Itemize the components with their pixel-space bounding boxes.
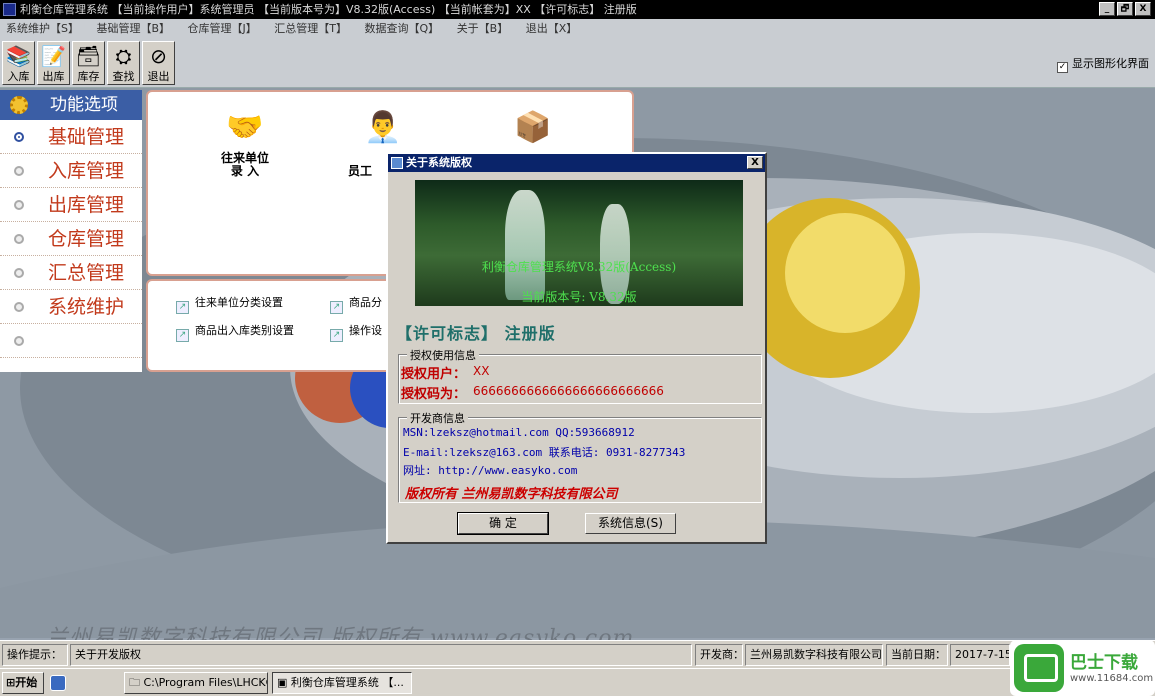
bus-logo-icon — [1014, 644, 1064, 692]
graphic-mode-checkbox[interactable]: ✓ 显示图形化界面 — [1057, 55, 1149, 73]
chart-icon: ↗ — [176, 329, 189, 342]
partner-category-setting[interactable]: ↗ 往来单位分类设置 — [176, 294, 283, 314]
menu-summary-management[interactable]: 汇总管理【T】 — [274, 22, 347, 35]
sidebar-item-maintenance[interactable]: 系统维护 — [0, 290, 142, 324]
window-titlebar: 利衡仓库管理系统 【当前操作用户】系统管理员 【当前版本号为】V8.32版(Ac… — [0, 0, 1155, 19]
auth-code-label: 授权码为： — [401, 387, 467, 402]
menu-bar: 系统维护【S】 基础管理【B】 仓库管理【J】 汇总管理【T】 数据查询【Q】 … — [0, 19, 1155, 38]
date-value: 2017-7-15 — [950, 644, 1010, 666]
sidebar-item-stock-out[interactable]: 出库管理 — [0, 188, 142, 222]
books-out-icon: 📝 — [41, 44, 66, 68]
operator-setting[interactable]: ↗ 操作设 — [330, 322, 382, 342]
window-controls: _ 🗗 X — [1099, 2, 1151, 16]
dialog-app-icon — [391, 157, 403, 169]
radio-icon — [14, 166, 24, 176]
checkbox-checked-icon: ✓ — [1057, 62, 1068, 73]
hint-label: 操作提示： — [2, 644, 68, 666]
start-button[interactable]: ⊞开始 — [2, 672, 44, 694]
menu-data-query[interactable]: 数据查询【Q】 — [365, 22, 440, 35]
taskbar-folder-item[interactable]: 🗀 C:\Program Files\LHCKGL... — [124, 672, 268, 694]
email-phone-line: E-mail:lzeksz@163.com 联系电话: 0931-8277343 — [403, 446, 686, 459]
website-line: 网址: http://www.easyko.com — [403, 464, 578, 477]
banner-version: 当前版本号: V8.32版 — [521, 290, 637, 304]
watermark-name: 巴士下载 — [1070, 653, 1138, 673]
taskbar-app-item[interactable]: ▣ 利衡仓库管理系统 【... — [272, 672, 412, 694]
dialog-titlebar: 关于系统版权 X — [388, 154, 765, 172]
toolbar: 📚 入库 📝 出库 🗃 库存 ⛭ 查找 ⊘ 退出 ✓ 显示图形化界面 — [0, 38, 1155, 88]
search-button[interactable]: ⛭ 查找 — [107, 41, 140, 85]
product-entry-button[interactable]: 📦 — [498, 108, 568, 152]
hint-value: 关于开发版权 — [70, 644, 692, 666]
stock-in-button[interactable]: 📚 入库 — [2, 41, 35, 85]
site-watermark: 巴士下载 www.11684.com — [1010, 640, 1155, 696]
close-button[interactable]: X — [1135, 2, 1151, 16]
ie-quicklaunch-icon[interactable] — [50, 675, 66, 691]
status-bar: 操作提示： 关于开发版权 开发商： 兰州易凯数字科技有限公司 当前日期： 201… — [0, 640, 1155, 668]
handshake-icon: 🤝 — [226, 110, 264, 145]
menu-basic-management[interactable]: 基础管理【B】 — [96, 22, 170, 35]
radio-icon — [14, 268, 24, 278]
taskbar: ⊞开始 🗀 C:\Program Files\LHCKGL... ▣ 利衡仓库管… — [0, 668, 1155, 696]
developer-info-group: 开发商信息 MSN:lzeksz@hotmail.com QQ:59366891… — [398, 410, 762, 503]
developer-label: 开发商： — [695, 644, 743, 666]
sidebar-item-summary[interactable]: 汇总管理 — [0, 256, 142, 290]
menu-about[interactable]: 关于【B】 — [457, 22, 509, 35]
auth-info-group: 授权使用信息 授权用户： XX 授权码为： 666666666666666666… — [398, 347, 762, 404]
books-in-icon: 📚 — [6, 44, 31, 68]
stock-type-setting[interactable]: ↗ 商品出入库类别设置 — [176, 322, 294, 342]
waterfall-image — [505, 190, 545, 300]
radio-icon — [14, 132, 24, 142]
chart-icon: ↗ — [330, 329, 343, 342]
employee-icon: 👨‍💼 — [364, 110, 402, 145]
exit-icon: ⊘ — [150, 44, 167, 68]
radio-icon — [14, 234, 24, 244]
app-icon: ▣ — [277, 676, 291, 689]
gear-icon — [10, 96, 28, 114]
app-icon — [3, 3, 16, 16]
stock-out-button[interactable]: 📝 出库 — [37, 41, 70, 85]
exit-button[interactable]: ⊘ 退出 — [142, 41, 175, 85]
sidebar-item-basic[interactable]: 基础管理 — [0, 120, 142, 154]
menu-system-maintenance[interactable]: 系统维护【S】 — [6, 22, 79, 35]
folder-icon: 🗀 — [129, 676, 144, 689]
menu-exit[interactable]: 退出【X】 — [526, 22, 578, 35]
waterfall-banner: 利衡仓库管理系统V8.32版(Access) 当前版本号: V8.32版 — [415, 180, 743, 306]
product-category-setting[interactable]: ↗ 商品分 — [330, 294, 382, 314]
copyright-line: 版权所有 兰州易凯数字科技有限公司 — [405, 487, 618, 502]
ok-button[interactable]: 确 定 — [457, 512, 549, 535]
auth-code-value: 6666666666666666666666666 — [473, 384, 664, 398]
developer-value: 兰州易凯数字科技有限公司 — [745, 644, 883, 666]
chart-icon: ↗ — [330, 301, 343, 314]
radio-icon — [14, 336, 24, 346]
about-dialog: 关于系统版权 X 利衡仓库管理系统V8.32版(Access) 当前版本号: V… — [386, 152, 767, 544]
restore-button[interactable]: 🗗 — [1117, 2, 1133, 16]
binoculars-icon: ⛭ — [115, 44, 132, 68]
menu-warehouse-management[interactable]: 仓库管理【J】 — [188, 22, 257, 35]
auth-user-value: XX — [473, 364, 490, 378]
minimize-button[interactable]: _ — [1099, 2, 1115, 16]
sidebar-item-warehouse[interactable]: 仓库管理 — [0, 222, 142, 256]
watermark-url: www.11684.com — [1070, 673, 1154, 684]
dialog-close-button[interactable]: X — [747, 156, 763, 169]
msn-qq-line: MSN:lzeksz@hotmail.com QQ:593668912 — [403, 426, 635, 439]
auth-user-label: 授权用户： — [401, 367, 467, 382]
sidebar-item-empty[interactable] — [0, 324, 142, 358]
system-info-button[interactable]: 系统信息(S) — [585, 513, 676, 534]
window-title: 利衡仓库管理系统 【当前操作用户】系统管理员 【当前版本号为】V8.32版(Ac… — [20, 3, 637, 16]
banner-product-name: 利衡仓库管理系统V8.32版(Access) — [481, 260, 677, 274]
sidebar-item-stock-in[interactable]: 入库管理 — [0, 154, 142, 188]
function-sidebar: 功能选项 基础管理 入库管理 出库管理 仓库管理 汇总管理 系统维护 — [0, 90, 142, 372]
windows-logo-icon: ⊞ — [6, 676, 16, 689]
partner-entry-button[interactable]: 🤝 往来单位 录 入 — [200, 108, 290, 178]
license-flag: 【许可标志】 注册版 — [396, 324, 556, 343]
boxes-icon: 📦 — [514, 110, 552, 145]
inventory-button[interactable]: 🗃 库存 — [72, 41, 105, 85]
date-label: 当前日期： — [886, 644, 948, 666]
chart-icon: ↗ — [176, 301, 189, 314]
sidebar-header: 功能选项 — [0, 90, 142, 120]
radio-icon — [14, 302, 24, 312]
inventory-icon: 🗃 — [75, 44, 102, 68]
radio-icon — [14, 200, 24, 210]
